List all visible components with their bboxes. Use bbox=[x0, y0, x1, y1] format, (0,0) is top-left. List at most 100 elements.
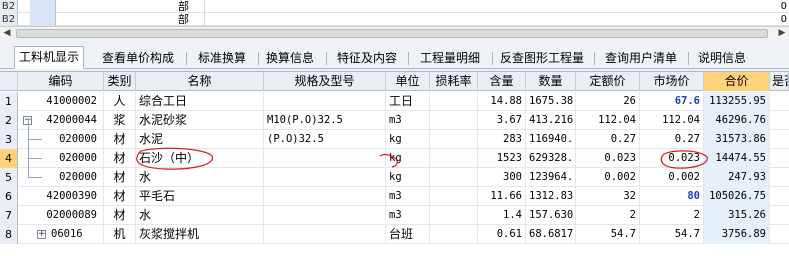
header-code[interactable]: 编码 bbox=[18, 72, 104, 91]
cell-name[interactable]: 石沙（中） bbox=[136, 149, 264, 168]
cell-loss-rate[interactable] bbox=[430, 92, 478, 111]
cell-content[interactable]: 300 bbox=[478, 168, 526, 187]
cell-base-price[interactable]: 54.7 bbox=[576, 225, 640, 244]
tab-unit-price-breakdown[interactable]: 查看单价构成 bbox=[96, 48, 180, 68]
cell-content[interactable]: 0.61 bbox=[478, 225, 526, 244]
expand-icon[interactable]: + bbox=[37, 230, 46, 239]
cell-market-price[interactable]: 112.04 bbox=[640, 111, 704, 130]
cell-market-price[interactable]: 80 bbox=[640, 187, 704, 206]
cell-code[interactable]: 02000089 bbox=[18, 206, 104, 225]
cell-quantity[interactable]: 413.216 bbox=[526, 111, 576, 130]
cell-spec[interactable] bbox=[264, 149, 386, 168]
cell-quantity[interactable]: 123964. bbox=[526, 168, 576, 187]
cell-total[interactable]: 113255.95 bbox=[704, 92, 770, 111]
header-unit[interactable]: 单位 bbox=[386, 72, 430, 91]
cell-code[interactable]: 41000002 bbox=[18, 92, 104, 111]
cell-spec[interactable] bbox=[264, 187, 386, 206]
cell-base-price[interactable]: 0.002 bbox=[576, 168, 640, 187]
scroll-left-icon[interactable]: ◀ bbox=[2, 28, 12, 38]
cell-unit[interactable]: kg bbox=[386, 149, 430, 168]
cell-type[interactable]: 材 bbox=[104, 187, 136, 206]
tab-query-user-list[interactable]: 查询用户清单 bbox=[600, 48, 682, 68]
cell-type[interactable]: 人 bbox=[104, 92, 136, 111]
scrollbar-thumb[interactable] bbox=[16, 29, 768, 38]
cell-code[interactable]: 06016 bbox=[48, 225, 104, 244]
header-spec[interactable]: 规格及型号 bbox=[264, 72, 386, 91]
cell-base-price[interactable]: 0.023 bbox=[576, 149, 640, 168]
cell-quantity[interactable]: 1675.38 bbox=[526, 92, 576, 111]
cell-name[interactable]: 水 bbox=[136, 168, 264, 187]
table-row[interactable]: 8 + 06016 机 灰浆搅拌机 台班 0.61 68.6817 54.7 5… bbox=[0, 225, 789, 244]
cell-loss-rate[interactable] bbox=[430, 130, 478, 149]
cell-quantity[interactable]: 1312.83 bbox=[526, 187, 576, 206]
cell-spec[interactable]: (P.O)32.5 bbox=[264, 130, 386, 149]
cell-name[interactable]: 综合工日 bbox=[136, 92, 264, 111]
cell-unit[interactable]: m3 bbox=[386, 206, 430, 225]
cell-type[interactable]: 材 bbox=[104, 149, 136, 168]
cell-spec[interactable] bbox=[264, 168, 386, 187]
table-row[interactable]: 3 020000 材 水泥 (P.O)32.5 kg 283 116940. 0… bbox=[0, 130, 789, 149]
horizontal-scrollbar[interactable]: ◀ ▶ bbox=[0, 26, 789, 39]
cell-name[interactable]: 水 bbox=[136, 206, 264, 225]
cell-market-price[interactable]: 67.6 bbox=[640, 92, 704, 111]
cell-total[interactable]: 315.26 bbox=[704, 206, 770, 225]
tab-conversion-info[interactable]: 换算信息 bbox=[262, 48, 318, 68]
table-row[interactable]: 7 02000089 材 水 m3 1.4 157.630 2 2 315.26 bbox=[0, 206, 789, 225]
cell-quantity[interactable]: 116940. bbox=[526, 130, 576, 149]
table-row[interactable]: 5 020000 材 水 kg 300 123964. 0.002 0.002 … bbox=[0, 168, 789, 187]
table-row[interactable]: 2 − 42000044 浆 水泥砂浆 M10(P.O)32.5 m3 3.67… bbox=[0, 111, 789, 130]
table-row-selected[interactable]: 4 020000 材 石沙（中） kg 1523 629328. 0.023 0… bbox=[0, 149, 789, 168]
cell-base-price[interactable]: 32 bbox=[576, 187, 640, 206]
cell-spec[interactable] bbox=[264, 206, 386, 225]
header-content[interactable]: 含量 bbox=[478, 72, 526, 91]
cell-content[interactable]: 14.88 bbox=[478, 92, 526, 111]
cell-market-price[interactable]: 0.002 bbox=[640, 168, 704, 187]
cell-content[interactable]: 11.66 bbox=[478, 187, 526, 206]
cell-spec[interactable] bbox=[264, 225, 386, 244]
cell-base-price[interactable]: 2 bbox=[576, 206, 640, 225]
scroll-right-icon[interactable]: ▶ bbox=[777, 28, 787, 38]
upper-grid-row[interactable]: B2 部 0 bbox=[0, 13, 789, 26]
header-type[interactable]: 类别 bbox=[104, 72, 136, 91]
cell-content[interactable]: 1523 bbox=[478, 149, 526, 168]
cell-loss-rate[interactable] bbox=[430, 187, 478, 206]
cell-spec[interactable]: M10(P.O)32.5 bbox=[264, 111, 386, 130]
header-name[interactable]: 名称 bbox=[136, 72, 264, 91]
cell-total[interactable]: 31573.86 bbox=[704, 130, 770, 149]
cell-loss-rate[interactable] bbox=[430, 225, 478, 244]
tab-material-display[interactable]: 工料机显示 bbox=[14, 46, 84, 69]
cell-code[interactable]: 42000390 bbox=[18, 187, 104, 206]
header-total[interactable]: 合价 bbox=[704, 72, 770, 91]
cell-base-price[interactable]: 26 bbox=[576, 92, 640, 111]
tab-features-content[interactable]: 特征及内容 bbox=[332, 48, 402, 68]
cell-market-price[interactable]: 54.7 bbox=[640, 225, 704, 244]
cell-total[interactable]: 14474.55 bbox=[704, 149, 770, 168]
upper-grid-row[interactable]: B2 部 0 bbox=[0, 0, 789, 13]
cell-base-price[interactable]: 112.04 bbox=[576, 111, 640, 130]
cell-total[interactable]: 247.93 bbox=[704, 168, 770, 187]
cell-loss-rate[interactable] bbox=[430, 111, 478, 130]
cell-content[interactable]: 1.4 bbox=[478, 206, 526, 225]
cell-content[interactable]: 283 bbox=[478, 130, 526, 149]
cell-unit[interactable]: kg bbox=[386, 168, 430, 187]
cell-type[interactable]: 材 bbox=[104, 130, 136, 149]
table-row[interactable]: 1 41000002 人 综合工日 工日 14.88 1675.38 26 67… bbox=[0, 92, 789, 111]
cell-spec[interactable] bbox=[264, 92, 386, 111]
cell-unit[interactable]: kg bbox=[386, 130, 430, 149]
tab-reverse-graphic-quantity[interactable]: 反查图形工程量 bbox=[496, 48, 588, 68]
cell-type[interactable]: 材 bbox=[104, 168, 136, 187]
cell-unit[interactable]: 台班 bbox=[386, 225, 430, 244]
cell-name[interactable]: 灰浆搅拌机 bbox=[136, 225, 264, 244]
header-base-price[interactable]: 定额价 bbox=[576, 72, 640, 91]
header-flag[interactable]: 是否 bbox=[770, 72, 789, 91]
cell-total[interactable]: 3756.89 bbox=[704, 225, 770, 244]
cell-total[interactable]: 105026.75 bbox=[704, 187, 770, 206]
cell-loss-rate[interactable] bbox=[430, 206, 478, 225]
cell-loss-rate[interactable] bbox=[430, 149, 478, 168]
cell-code[interactable]: 42000044 bbox=[18, 111, 104, 130]
tab-description-info[interactable]: 说明信息 bbox=[694, 48, 750, 68]
header-market-price[interactable]: 市场价 bbox=[640, 72, 704, 91]
cell-loss-rate[interactable] bbox=[430, 168, 478, 187]
cell-name[interactable]: 水泥砂浆 bbox=[136, 111, 264, 130]
cell-quantity[interactable]: 68.6817 bbox=[526, 225, 576, 244]
